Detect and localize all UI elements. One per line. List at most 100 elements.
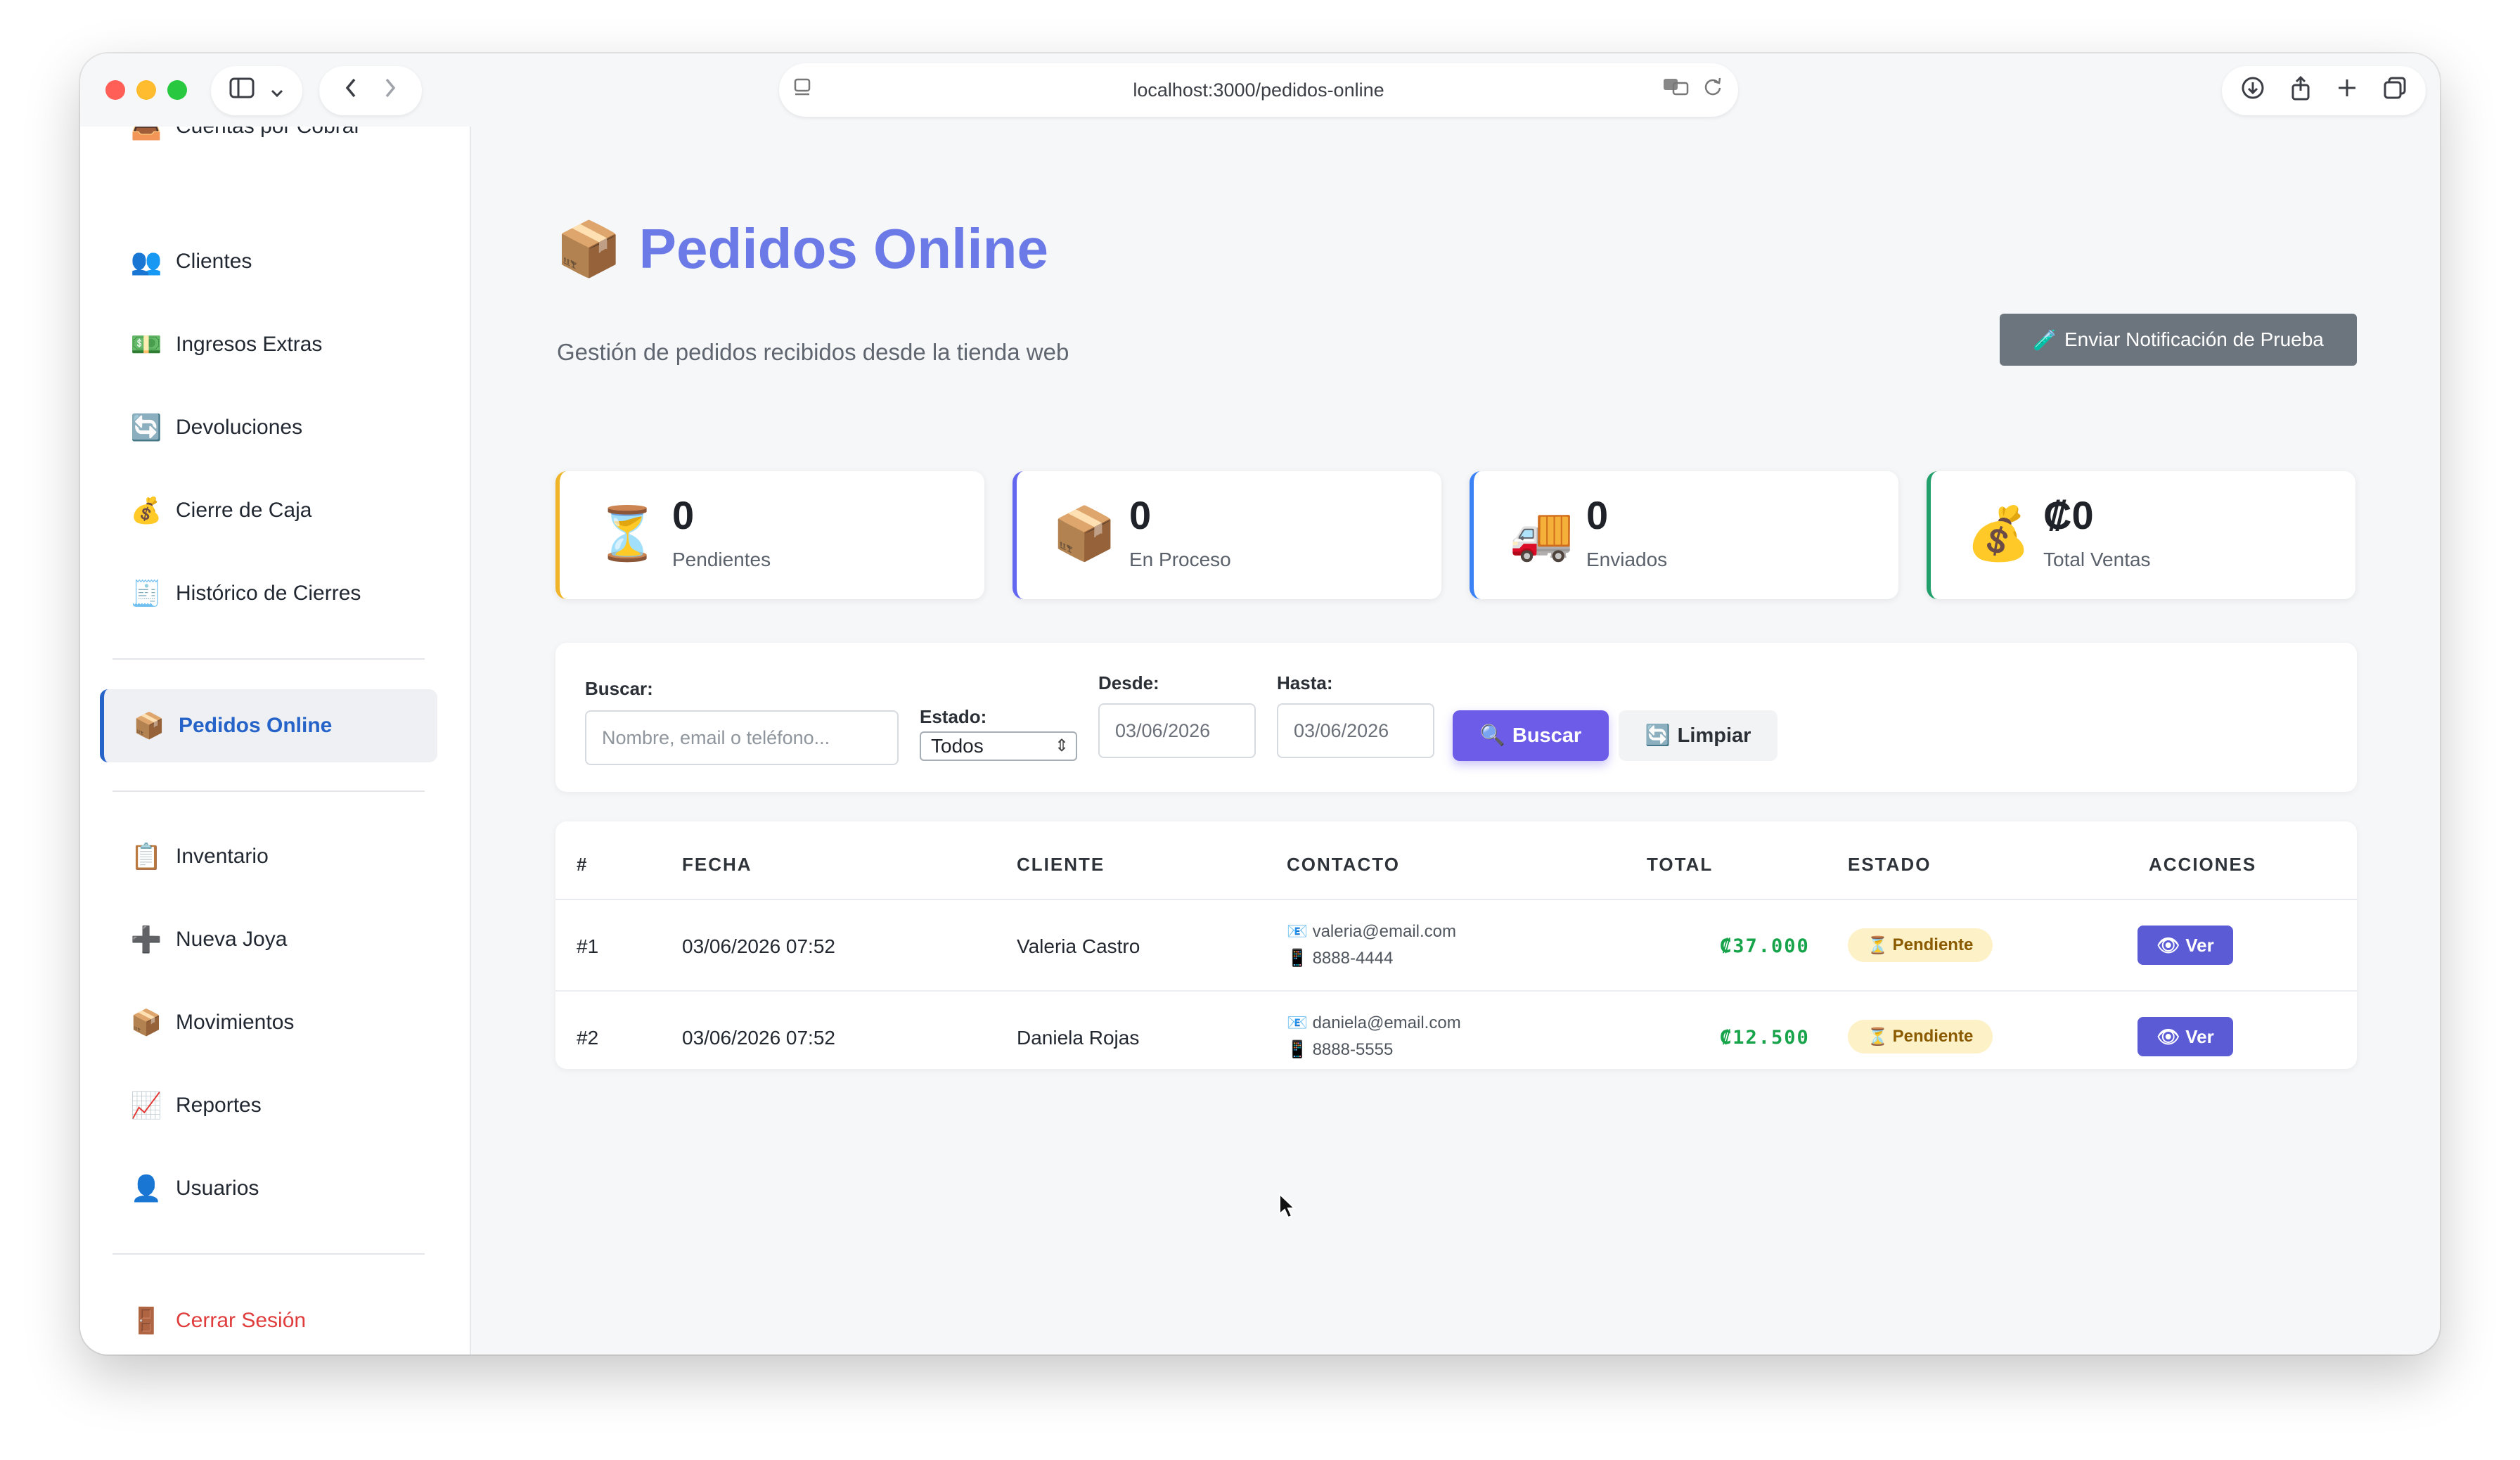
sidebar-divider bbox=[112, 658, 425, 660]
sidebar-item-label: Usuarios bbox=[176, 1177, 259, 1200]
forward-icon[interactable] bbox=[384, 77, 397, 105]
mouse-cursor-icon bbox=[1278, 1192, 1297, 1226]
send-test-notification-button[interactable]: 🧪 Enviar Notificación de Prueba bbox=[2000, 314, 2357, 366]
refresh-icon: 🔄 bbox=[1645, 724, 1671, 747]
send-test-notification-label: Enviar Notificación de Prueba bbox=[2064, 328, 2324, 350]
order-email: 📧 valeria@email.com bbox=[1287, 921, 1456, 942]
to-date-input[interactable]: 03/06/2026 bbox=[1277, 703, 1434, 758]
sidebar-item-cierre-de-caja[interactable]: 💰 Cierre de Caja bbox=[101, 474, 439, 547]
new-tab-icon[interactable] bbox=[2336, 77, 2358, 105]
eye-icon: 👁 bbox=[2156, 1025, 2180, 1047]
stat-card-total-ventas: 💰 ₡0 Total Ventas bbox=[1927, 471, 2355, 599]
order-phone: 📱 8888-4444 bbox=[1287, 948, 1393, 968]
sidebar-divider bbox=[112, 790, 425, 792]
email-icon: 📧 bbox=[1287, 922, 1308, 941]
stat-value: 0 bbox=[1129, 493, 1152, 537]
minimize-window-button[interactable] bbox=[136, 80, 156, 100]
eye-icon: 👁 bbox=[2156, 934, 2180, 956]
toolbar-right-actions bbox=[2222, 66, 2426, 115]
status-select[interactable]: Todos ⇕ bbox=[920, 731, 1077, 761]
sidebar-item-ingresos-extras[interactable]: 💵 Ingresos Extras bbox=[101, 308, 439, 381]
view-order-button[interactable]: 👁 Ver bbox=[2138, 1017, 2233, 1056]
sidebar-item-label: Histórico de Cierres bbox=[176, 582, 361, 605]
hourglass-icon: ⏳ bbox=[1867, 935, 1889, 955]
sidebar-item-label: Movimientos bbox=[176, 1011, 295, 1034]
page-info-icon[interactable] bbox=[793, 77, 811, 103]
column-header[interactable]: CLIENTE bbox=[1017, 854, 1105, 876]
tab-overview-icon[interactable] bbox=[2383, 76, 2407, 106]
status-badge-text: Pendiente bbox=[1892, 935, 1974, 954]
orders-table: # FECHA CLIENTE CONTACTO TOTAL ESTADO AC… bbox=[555, 821, 2357, 1069]
refresh-icon: 🔄 bbox=[130, 413, 162, 442]
sidebar-item-pedidos-online[interactable]: 📦 Pedidos Online bbox=[100, 689, 437, 762]
from-date-input[interactable]: 03/06/2026 bbox=[1098, 703, 1256, 758]
filters-panel: Buscar: Nombre, email o teléfono... Esta… bbox=[555, 643, 2357, 792]
sidebar-item-devoluciones[interactable]: 🔄 Devoluciones bbox=[101, 391, 439, 464]
sidebar-item-label: Nueva Joya bbox=[176, 928, 288, 951]
phone-icon: 📱 bbox=[1287, 1040, 1308, 1059]
sidebar-item-nueva-joya[interactable]: ➕ Nueva Joya bbox=[101, 903, 439, 976]
package-icon: 📦 bbox=[1052, 504, 1117, 563]
table-row[interactable]: #2 03/06/2026 07:52 Daniela Rojas 📧 dani… bbox=[555, 992, 2357, 1069]
translate-icon[interactable] bbox=[1662, 79, 1703, 101]
search-button[interactable]: 🔍 Buscar bbox=[1453, 710, 1609, 761]
package-icon: 📦 bbox=[133, 711, 165, 740]
status-badge: ⏳ Pendiente bbox=[1848, 1020, 1993, 1054]
view-order-label: Ver bbox=[2185, 934, 2214, 956]
package-icon: 📦 bbox=[130, 1008, 162, 1037]
view-order-label: Ver bbox=[2185, 1025, 2214, 1047]
browser-toolbar: localhost:3000/pedidos-online bbox=[80, 53, 2440, 127]
sidebar-item-movimientos[interactable]: 📦 Movimientos bbox=[101, 986, 439, 1059]
sidebar-item-label: Inventario bbox=[176, 845, 269, 868]
sidebar-item-clientes[interactable]: 👥 Clientes bbox=[101, 225, 439, 298]
sidebar-item-reportes[interactable]: 📈 Reportes bbox=[101, 1069, 439, 1142]
page-title-text: Pedidos Online bbox=[638, 217, 1048, 280]
column-header: CONTACTO bbox=[1287, 854, 1400, 875]
order-phone-text: 8888-4444 bbox=[1312, 949, 1394, 968]
status-label: Estado: bbox=[920, 706, 987, 727]
maximize-window-button[interactable] bbox=[167, 80, 187, 100]
sidebar-item-inventario[interactable]: 📋 Inventario bbox=[101, 820, 439, 893]
table-row[interactable]: #1 03/06/2026 07:52 Valeria Castro 📧 val… bbox=[555, 900, 2357, 992]
sidebar-item-label: Cierre de Caja bbox=[176, 499, 312, 522]
sidebar-item-label: Ingresos Extras bbox=[176, 333, 323, 356]
order-email: 📧 daniela@email.com bbox=[1287, 1013, 1461, 1033]
sidebar-toggle-button[interactable] bbox=[211, 66, 302, 115]
sidebar-item-usuarios[interactable]: 👤 Usuarios bbox=[101, 1152, 439, 1225]
download-icon[interactable] bbox=[2241, 76, 2265, 106]
order-phone-text: 8888-5555 bbox=[1312, 1040, 1394, 1059]
share-icon[interactable] bbox=[2290, 75, 2311, 107]
url-text: localhost:3000/pedidos-online bbox=[1133, 79, 1384, 101]
users-icon: 👥 bbox=[130, 247, 162, 276]
receipt-icon: 🧾 bbox=[130, 579, 162, 608]
clear-button[interactable]: 🔄 Limpiar bbox=[1619, 710, 1778, 761]
column-header: # bbox=[577, 854, 589, 875]
column-header[interactable]: ESTADO bbox=[1848, 854, 1931, 876]
reload-icon[interactable] bbox=[1703, 77, 1723, 101]
address-bar[interactable]: localhost:3000/pedidos-online bbox=[779, 63, 1738, 117]
stat-card-en-proceso: 📦 0 En Proceso bbox=[1012, 471, 1441, 599]
clipboard-icon: 📋 bbox=[130, 842, 162, 871]
order-client: Daniela Rojas bbox=[1017, 1027, 1140, 1049]
stat-card-enviados: 🚚 0 Enviados bbox=[1470, 471, 1898, 599]
logout-button[interactable]: 🚪 Cerrar Sesión bbox=[101, 1284, 439, 1355]
truck-icon: 🚚 bbox=[1509, 504, 1574, 563]
column-header[interactable]: FECHA bbox=[682, 854, 752, 876]
sidebar-item-historico-de-cierres[interactable]: 🧾 Histórico de Cierres bbox=[101, 557, 439, 630]
stat-value: 0 bbox=[672, 493, 695, 537]
stat-label: Pendientes bbox=[672, 549, 771, 570]
status-badge-text: Pendiente bbox=[1892, 1027, 1974, 1046]
search-input[interactable]: Nombre, email o teléfono... bbox=[585, 710, 899, 765]
column-header[interactable]: TOTAL bbox=[1647, 854, 1713, 876]
from-date-label: Desde: bbox=[1098, 672, 1159, 693]
user-icon: 👤 bbox=[130, 1174, 162, 1203]
clear-button-label: Limpiar bbox=[1677, 724, 1751, 747]
view-order-button[interactable]: 👁 Ver bbox=[2138, 926, 2233, 965]
chevron-down-icon bbox=[270, 77, 284, 105]
order-date: 03/06/2026 07:52 bbox=[682, 935, 835, 957]
back-icon[interactable] bbox=[345, 77, 357, 105]
column-header: ACCIONES bbox=[2149, 854, 2257, 875]
money-bag-icon: 💰 bbox=[130, 496, 162, 525]
close-window-button[interactable] bbox=[105, 80, 125, 100]
navigation-buttons bbox=[319, 66, 422, 115]
